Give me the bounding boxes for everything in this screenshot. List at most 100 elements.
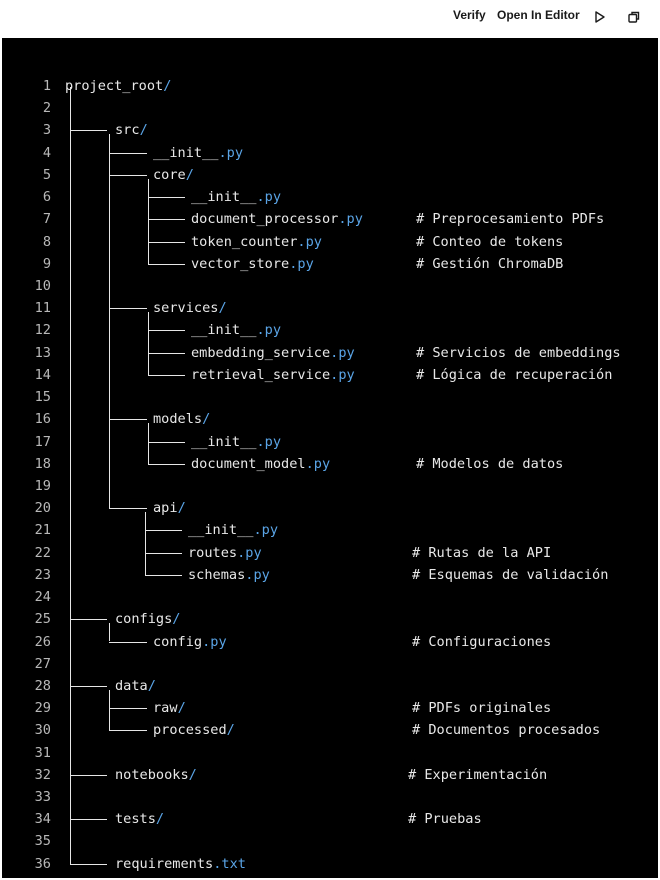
line-number: 4 — [42, 144, 51, 161]
code-comment: # Configuraciones — [412, 631, 551, 653]
code-comment: # Lógica de recuperación — [416, 364, 612, 386]
code-line: 10 — [2, 275, 658, 297]
file-extension: .py — [256, 433, 282, 450]
entry-name: vector_store — [191, 255, 290, 272]
comment-text: # Lógica de recuperación — [416, 366, 613, 383]
file-name: embedding_service.py — [191, 342, 355, 364]
file-extension: .py — [330, 366, 355, 383]
code-line: 23 schemas.py # Esquemas de validación — [2, 564, 658, 586]
code-line: 17 __init__.py — [2, 431, 658, 453]
code-line: 22 routes.py # Rutas de la API — [2, 542, 658, 564]
folder-slash: / — [188, 766, 197, 783]
comment-text: # Rutas de la — [412, 544, 527, 561]
copy-icon[interactable] — [627, 9, 641, 23]
code-line: 15 — [2, 386, 658, 408]
line-number: 9 — [42, 255, 51, 272]
entry-name: routes — [188, 544, 238, 561]
folder-name: notebooks/ — [115, 764, 197, 786]
line-number: 29 — [34, 700, 51, 717]
code-line: 34 tests/ # Pruebas — [2, 808, 658, 830]
line-number: 2 — [42, 100, 51, 117]
code-line: 30 processed/ # Documentos procesados — [2, 719, 658, 741]
entry-name: src — [115, 122, 140, 139]
code-comment: # PDFs originales — [412, 697, 551, 719]
line-number: 25 — [34, 611, 51, 628]
code-line: 20 api/ — [2, 497, 658, 519]
file-extension: .py — [218, 144, 244, 161]
code-line: 3 src/ — [2, 119, 658, 141]
file-name: token_counter.py — [191, 231, 322, 253]
entry-name: api — [153, 500, 178, 517]
file-name: __init__.py — [153, 142, 243, 164]
folder-name: models/ — [153, 408, 210, 430]
open-in-editor-button[interactable]: Open In Editor — [497, 8, 580, 22]
line-number: 33 — [34, 789, 51, 806]
code-line: 29 raw/ # PDFs originales — [2, 697, 658, 719]
entry-name: models — [153, 411, 203, 428]
folder-slash: / — [177, 700, 186, 717]
file-extension: .py — [202, 633, 227, 650]
line-number: 1 — [42, 78, 51, 94]
line-number: 14 — [34, 366, 51, 383]
code-line: 21 __init__.py — [2, 519, 658, 541]
code-comment: # Servicios de embeddings — [416, 342, 621, 364]
file-name: __init__.py — [191, 186, 281, 208]
code-comment: # Gestión ChromaDB — [416, 253, 563, 275]
code-line: 1 project_root/ — [2, 75, 658, 97]
folder-slash: / — [155, 811, 165, 828]
entry-name: __init__ — [188, 522, 254, 539]
file-extension: .py — [338, 211, 363, 228]
line-number: 31 — [34, 744, 51, 761]
code-line: 35 — [2, 830, 658, 852]
file-extension: .py — [253, 522, 279, 539]
file-extension: .py — [305, 455, 331, 472]
line-number: 8 — [42, 233, 51, 250]
code-line: 27 — [2, 653, 658, 675]
line-number: 27 — [34, 655, 51, 672]
folder-name: services/ — [153, 297, 227, 319]
folder-name: project_root/ — [65, 75, 171, 97]
entry-name: document_processor — [191, 211, 339, 228]
entry-name: __init__ — [153, 144, 219, 161]
code-comment: # Experimentación — [408, 764, 547, 786]
line-number: 12 — [34, 322, 51, 339]
comment-text: # Pruebas — [408, 811, 482, 828]
line-number: 17 — [34, 433, 51, 450]
code-line: 9 vector_store.py # Gestión ChromaDB — [2, 253, 658, 275]
line-number: 26 — [34, 633, 51, 650]
code-line: 19 — [2, 475, 658, 497]
file-extension: .py — [237, 544, 262, 561]
play-icon[interactable] — [593, 9, 607, 23]
comment-text: # Conteo de tokens — [416, 233, 564, 250]
entry-name: core — [153, 166, 186, 183]
code-line: 12 __init__.py — [2, 319, 658, 341]
line-number: 23 — [34, 566, 51, 583]
folder-name: tests/ — [115, 808, 164, 830]
code-comment: # Rutas de la API — [412, 542, 551, 564]
file-name: document_model.py — [191, 453, 330, 475]
comment-text: # Preprocesamiento PDFs — [416, 211, 605, 228]
file-name: requirements.txt — [115, 853, 246, 875]
line-number: 3 — [42, 122, 51, 139]
line-number: 36 — [34, 855, 51, 872]
file-name: config.py — [153, 631, 227, 653]
line-number: 18 — [34, 455, 51, 472]
line-number: 20 — [34, 500, 51, 517]
line-number: 35 — [34, 833, 51, 850]
folder-slash: / — [218, 300, 227, 317]
file-name: retrieval_service.py — [191, 364, 355, 386]
file-name: __init__.py — [191, 319, 281, 341]
entry-name: configs — [115, 611, 173, 628]
line-number: 11 — [34, 300, 51, 317]
entry-name: __init__ — [191, 189, 257, 206]
comment-text: # Experimentación — [408, 766, 548, 783]
line-number: 16 — [34, 411, 51, 428]
folder-slash: / — [226, 722, 235, 739]
verify-button[interactable]: Verify — [453, 8, 486, 22]
entry-name: retrieval_service — [191, 366, 331, 383]
code-line: 18 document_model.py # Modelos de datos — [2, 453, 658, 475]
code-line: 4 __init__.py — [2, 142, 658, 164]
comment-text: # Configuraciones — [412, 633, 552, 650]
code-editor[interactable]: 1 project_root/2 3 src/4 __init__.py 5 core/6 _… — [2, 38, 658, 878]
code-block-toolbar: Verify Open In Editor — [0, 0, 660, 36]
